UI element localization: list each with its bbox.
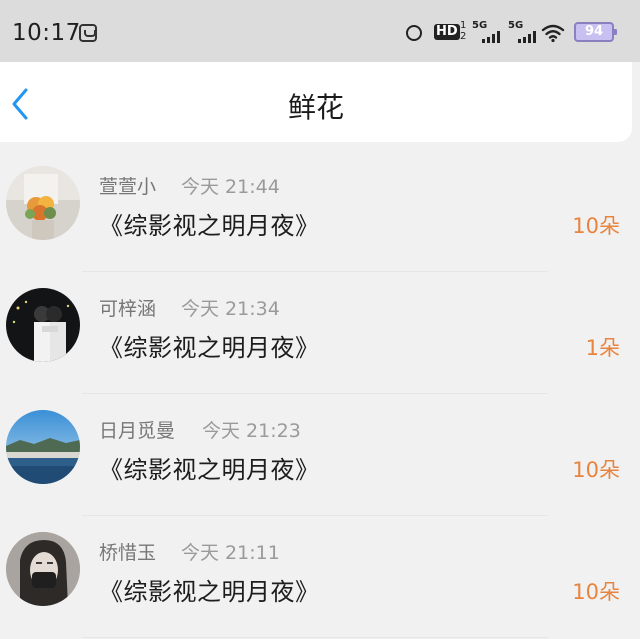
flower-count: 1朵 [585, 336, 620, 360]
avatar[interactable] [6, 532, 80, 606]
signal-icon-2: 5G [508, 20, 540, 46]
flower-count: 10朵 [572, 580, 620, 604]
hd-icon: HD [434, 24, 460, 40]
gift-time: 今天 21:44 [181, 176, 280, 198]
flower-count: 10朵 [572, 214, 620, 238]
gift-time: 今天 21:23 [202, 420, 301, 442]
wifi-icon [541, 24, 565, 43]
page-title: 鲜花 [287, 91, 344, 124]
app-notification-icon [79, 24, 97, 42]
signal-icon-1: 5G [472, 20, 504, 46]
status-time: 10:17 [12, 20, 81, 46]
signal-label-2: 5G [508, 20, 524, 31]
hd-sub-icon: 12 [460, 20, 467, 42]
gift-time: 今天 21:34 [181, 298, 280, 320]
book-title[interactable]: 《综影视之明月夜》 [99, 328, 320, 363]
sender-name: 日月觅曼 [99, 420, 176, 442]
book-title[interactable]: 《综影视之明月夜》 [99, 450, 320, 485]
avatar[interactable] [6, 410, 80, 484]
list-item[interactable]: 日月觅曼 今天 21:23 《综影视之明月夜》 10朵 [0, 394, 640, 516]
battery-indicator: 94 [574, 22, 617, 42]
list-item[interactable]: 萱萱小 今天 21:44 《综影视之明月夜》 10朵 [0, 150, 640, 272]
book-title[interactable]: 《综影视之明月夜》 [99, 572, 320, 607]
sender-name: 萱萱小 [99, 176, 157, 198]
status-bar: 10:17 HD 12 5G 5G 94 [0, 0, 640, 62]
divider [82, 637, 548, 638]
list-item[interactable]: 可梓涵 今天 21:34 《综影视之明月夜》 1朵 [0, 272, 640, 394]
sender-name: 桥惜玉 [99, 542, 157, 564]
avatar[interactable] [6, 166, 80, 240]
sender-name: 可梓涵 [99, 298, 157, 320]
list-item[interactable]: 桥惜玉 今天 21:11 《综影视之明月夜》 10朵 [0, 516, 640, 638]
avatar[interactable] [6, 288, 80, 362]
nav-bar: 鲜花 [0, 62, 632, 142]
gift-time: 今天 21:11 [181, 542, 280, 564]
alarm-icon [406, 25, 422, 41]
book-title[interactable]: 《综影视之明月夜》 [99, 206, 320, 241]
flower-count: 10朵 [572, 458, 620, 482]
signal-label-1: 5G [472, 20, 488, 31]
